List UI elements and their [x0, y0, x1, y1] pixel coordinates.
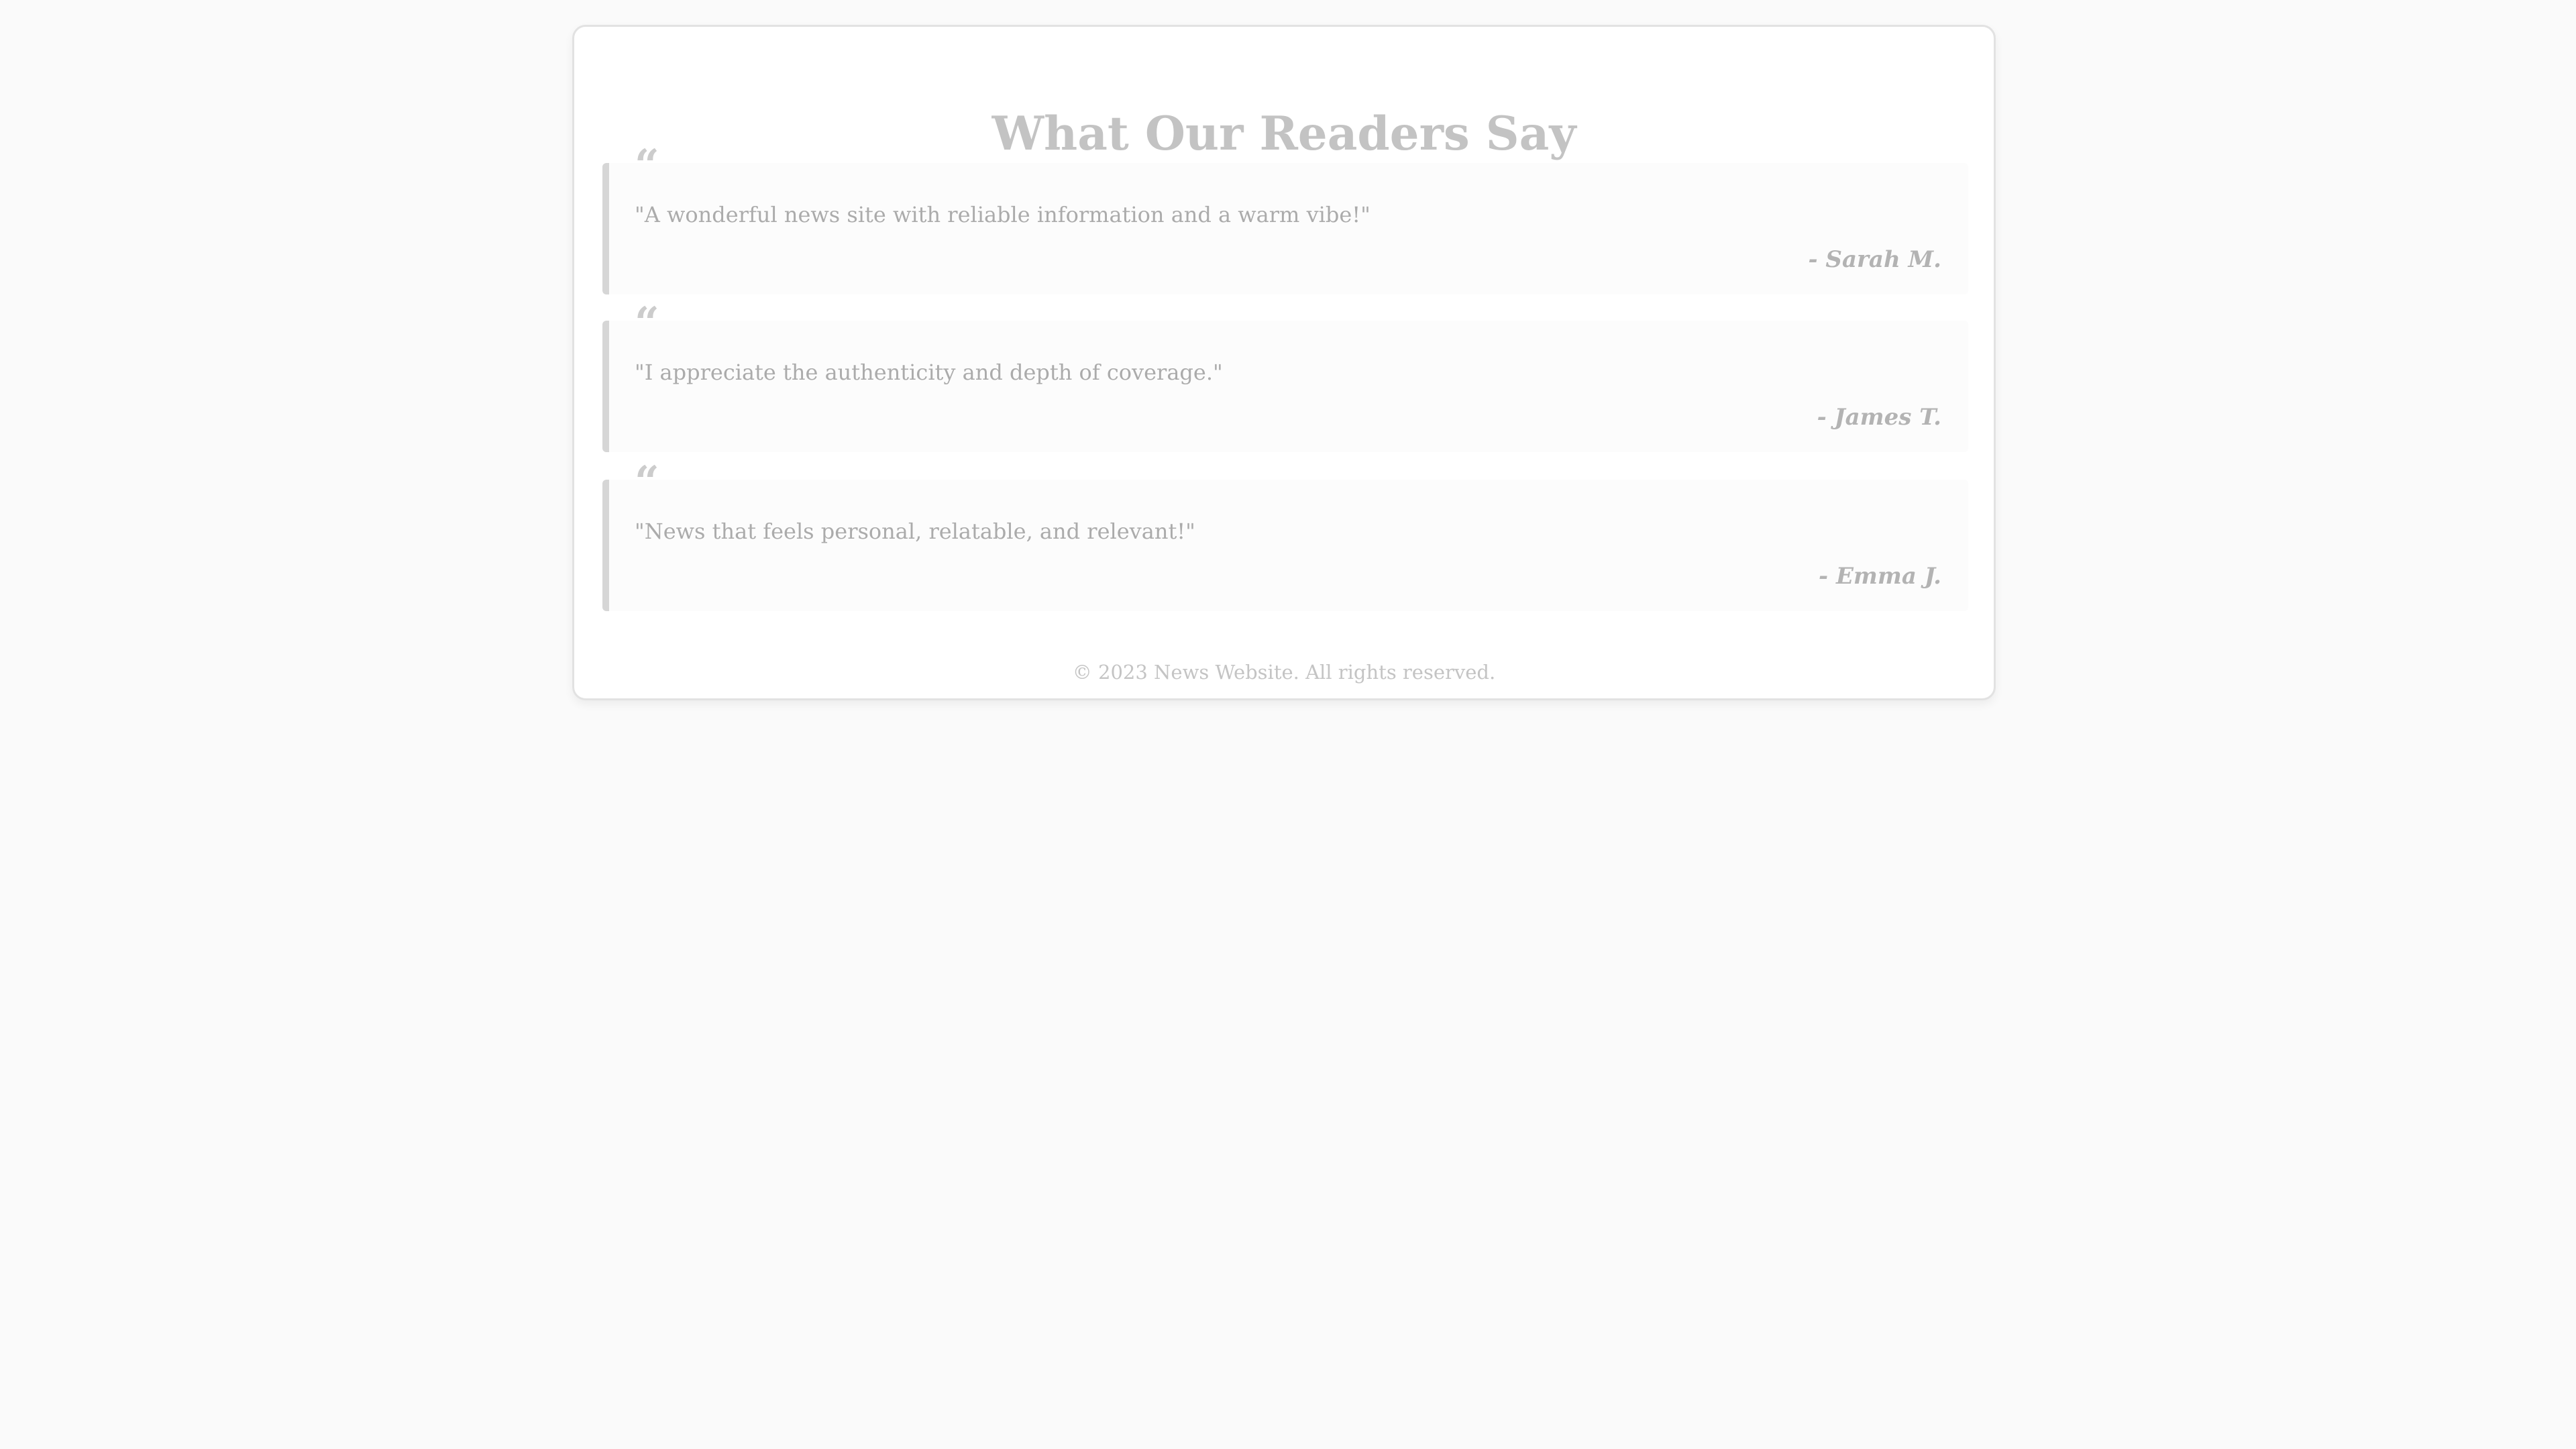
testimonial-text: "A wonderful news site with reliable inf…	[635, 202, 1371, 227]
testimonial-text: "I appreciate the authenticity and depth…	[635, 360, 1223, 385]
testimonial-author: - Emma J.	[1819, 563, 1941, 590]
testimonials-card: What Our Readers Say “ "A wonderful news…	[572, 25, 1996, 700]
testimonial-item: “ "A wonderful news site with reliable i…	[602, 140, 1968, 294]
footer-copyright: © 2023 News Website. All rights reserved…	[1072, 661, 1496, 684]
testimonial-item: “ "I appreciate the authenticity and dep…	[602, 298, 1968, 452]
testimonial-author: - Sarah M.	[1808, 246, 1941, 273]
quote-icon: “	[635, 140, 659, 191]
testimonial-author: - James T.	[1817, 404, 1941, 431]
quote-icon: “	[635, 298, 659, 348]
testimonial-item: “ "News that feels personal, relatable, …	[602, 457, 1968, 611]
testimonial-text: "News that feels personal, relatable, an…	[635, 519, 1195, 544]
quote-icon: “	[635, 457, 659, 507]
